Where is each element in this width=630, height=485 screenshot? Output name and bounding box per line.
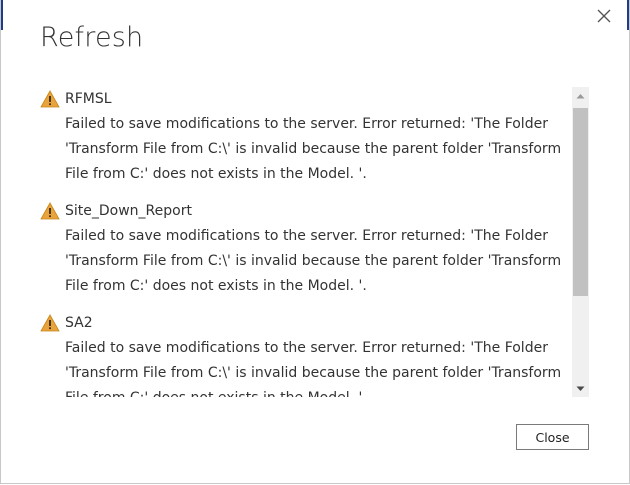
scrollbar-thumb[interactable] (573, 108, 588, 296)
warning-icon (40, 314, 60, 332)
list-item: RFMSL Failed to save modifications to th… (39, 87, 567, 187)
error-list-content: RFMSL Failed to save modifications to th… (39, 87, 567, 397)
close-icon[interactable] (593, 5, 615, 27)
list-item: SA2 Failed to save modifications to the … (39, 311, 567, 397)
warning-icon (40, 90, 60, 108)
item-message: Failed to save modifications to the serv… (65, 340, 562, 397)
item-message: Failed to save modifications to the serv… (65, 228, 562, 294)
warning-icon (40, 202, 60, 220)
window-edge-right (627, 0, 629, 30)
item-name: SA2 (65, 315, 93, 331)
list-item: Site_Down_Report Failed to save modifica… (39, 199, 567, 299)
refresh-dialog: Refresh RFMSL Failed to save modificatio… (0, 0, 630, 484)
item-message: Failed to save modifications to the serv… (65, 116, 562, 182)
item-name: RFMSL (65, 91, 112, 107)
error-list: RFMSL Failed to save modifications to th… (39, 87, 591, 399)
scroll-down-arrow-icon[interactable] (572, 380, 589, 397)
dialog-title: Refresh (40, 22, 144, 53)
window-edge-left (1, 0, 3, 30)
scroll-up-arrow-icon[interactable] (572, 87, 589, 104)
item-name: Site_Down_Report (65, 203, 192, 219)
vertical-scrollbar[interactable] (572, 87, 589, 397)
close-button[interactable]: Close (516, 424, 589, 450)
